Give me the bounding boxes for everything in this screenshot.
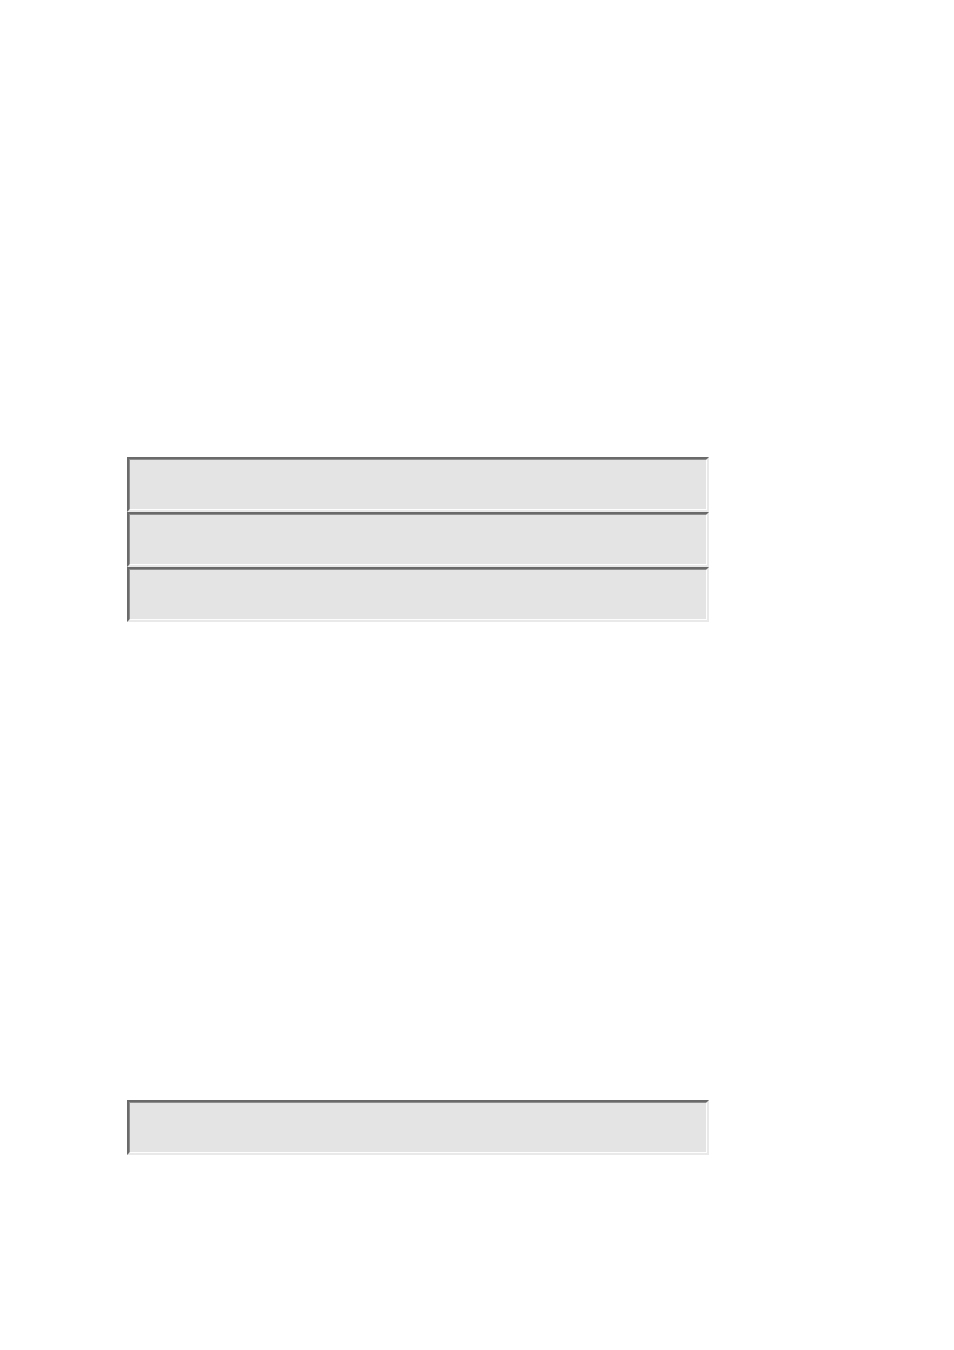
box-group2-row1	[127, 1100, 709, 1155]
box-group1-row1	[127, 457, 709, 512]
box-group1-row3	[127, 567, 709, 622]
box-group1-row2	[127, 512, 709, 567]
